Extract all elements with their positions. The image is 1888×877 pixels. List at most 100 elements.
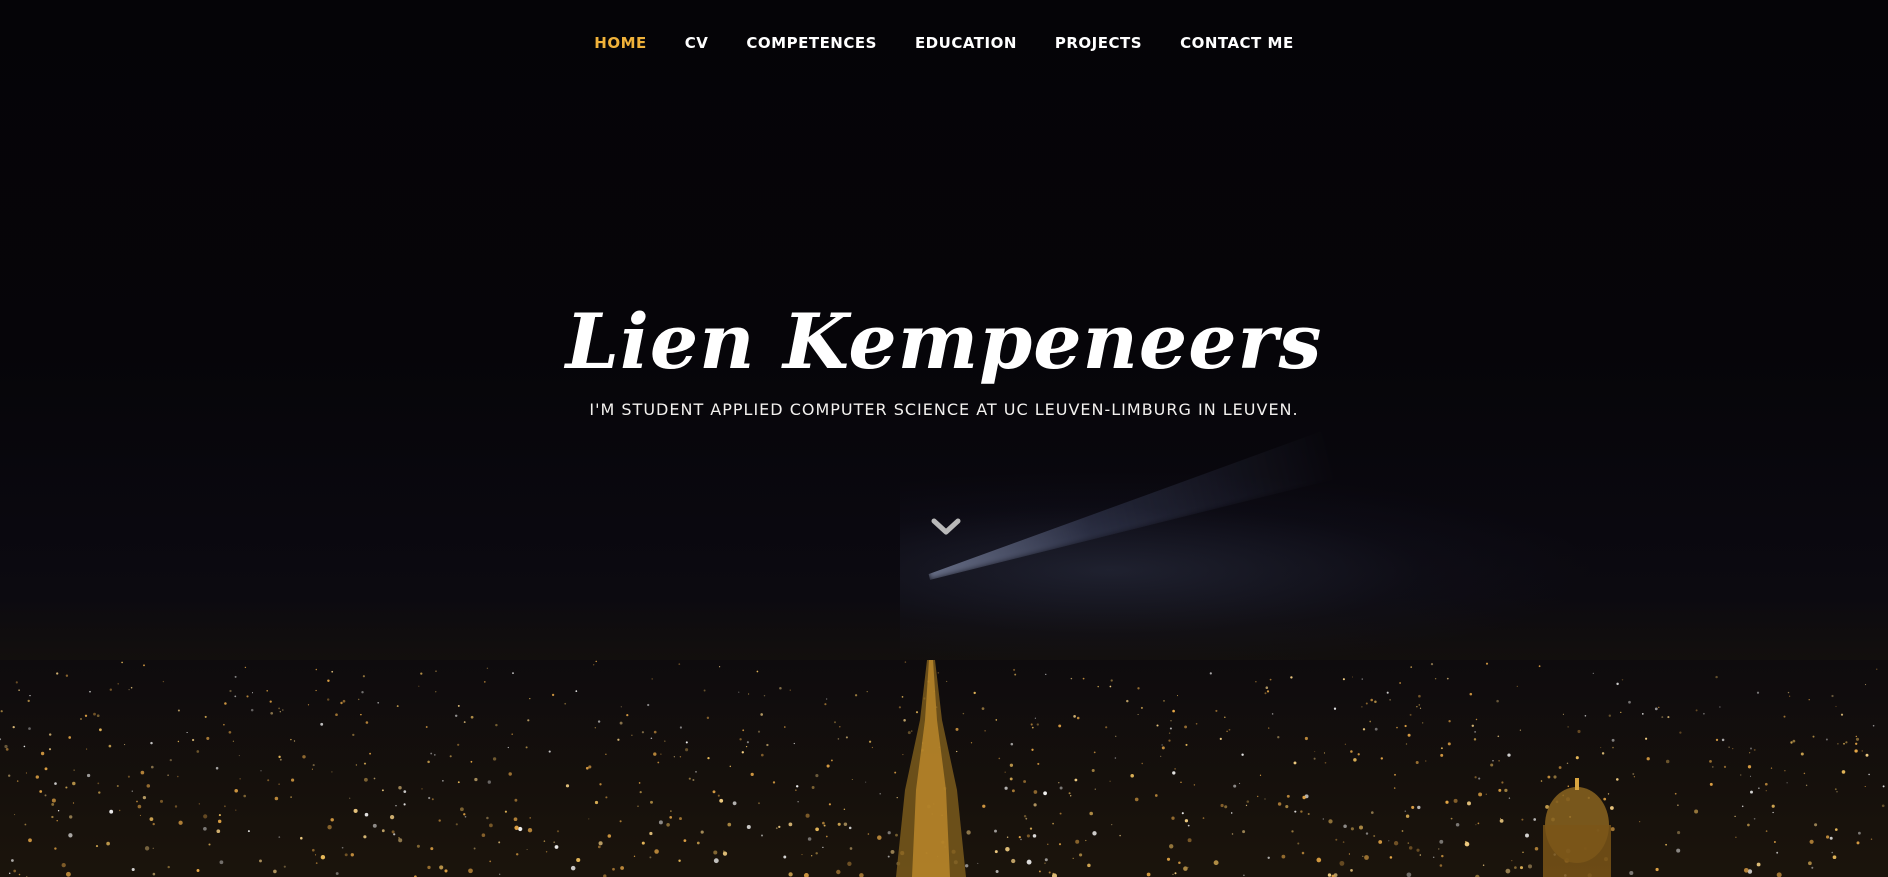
city-light	[1843, 742, 1845, 745]
city-light	[1422, 722, 1424, 724]
city-light	[1439, 839, 1444, 844]
city-light	[137, 804, 142, 809]
city-light	[1856, 841, 1860, 845]
page: HOME CV COMPETENCES EDUCATION PROJECTS C…	[0, 0, 1888, 877]
city-light	[1020, 838, 1022, 841]
nav-item-cv[interactable]: CV	[666, 30, 728, 56]
city-light	[1611, 738, 1615, 742]
city-light	[139, 814, 141, 816]
city-light	[1109, 780, 1111, 782]
city-light	[1160, 755, 1162, 758]
city-light	[1058, 782, 1060, 784]
city-light	[1703, 712, 1705, 715]
city-light	[890, 849, 895, 854]
city-light	[685, 748, 689, 752]
city-light	[1440, 747, 1443, 750]
city-light	[315, 689, 317, 692]
city-light	[512, 672, 514, 674]
city-light	[363, 835, 367, 839]
city-light	[775, 827, 778, 830]
city-light	[1058, 843, 1062, 846]
city-light	[1140, 706, 1143, 709]
city-light	[1419, 854, 1422, 856]
city-light	[1126, 699, 1129, 703]
city-light	[620, 706, 622, 708]
nav-item-projects[interactable]: PROJECTS	[1036, 30, 1161, 56]
city-light	[1418, 694, 1421, 698]
city-light	[1478, 777, 1481, 780]
city-light	[658, 820, 663, 825]
city-light	[1264, 692, 1267, 695]
city-light	[1023, 814, 1027, 818]
nav-item-education[interactable]: EDUCATION	[896, 30, 1036, 56]
city-light	[1070, 795, 1072, 797]
city-light	[772, 781, 776, 784]
city-light	[1004, 771, 1006, 773]
city-light	[95, 845, 99, 848]
city-light	[61, 862, 66, 868]
city-light	[553, 841, 556, 844]
city-light	[463, 721, 466, 724]
city-light	[1361, 706, 1363, 708]
city-light	[1409, 713, 1412, 716]
city-light	[1861, 750, 1863, 752]
city-light	[481, 833, 486, 837]
city-light	[1357, 753, 1360, 756]
city-light	[1059, 812, 1062, 815]
city-light	[1172, 771, 1176, 775]
city-light	[15, 681, 18, 684]
city-light	[1834, 788, 1837, 791]
city-light	[1072, 857, 1074, 860]
city-light	[1837, 743, 1839, 745]
city-light	[1033, 790, 1038, 794]
city-light	[815, 827, 819, 832]
nav-item-home[interactable]: HOME	[575, 30, 665, 56]
city-light	[713, 850, 718, 855]
city-light	[96, 714, 100, 718]
city-light	[1783, 715, 1786, 718]
city-light	[719, 798, 724, 803]
city-light	[1808, 699, 1810, 701]
city-light	[1511, 859, 1513, 862]
city-light	[1756, 691, 1760, 694]
city-light	[473, 847, 476, 850]
city-light	[117, 683, 119, 685]
city-light	[666, 823, 670, 827]
chevron-down-icon[interactable]	[929, 514, 963, 540]
city-light	[837, 738, 840, 740]
city-light	[1333, 707, 1337, 710]
city-light	[1293, 761, 1297, 765]
city-light	[167, 774, 169, 776]
city-light	[1471, 724, 1475, 728]
city-light	[904, 661, 907, 663]
city-light	[13, 869, 17, 873]
city-light	[54, 847, 57, 850]
city-light	[143, 664, 145, 667]
city-light	[1033, 803, 1037, 807]
city-light	[1475, 824, 1477, 826]
city-light	[854, 694, 858, 697]
city-light	[116, 784, 119, 788]
city-light	[152, 847, 154, 849]
nav-item-competences[interactable]: COMPETENCES	[727, 30, 896, 56]
city-light	[837, 822, 841, 826]
city-light	[706, 716, 710, 720]
city-light	[489, 823, 493, 828]
city-light	[1792, 739, 1796, 743]
city-light	[492, 757, 497, 761]
nav-item-contact-me[interactable]: CONTACT ME	[1161, 30, 1313, 56]
city-light	[357, 698, 360, 701]
city-light	[86, 773, 91, 778]
city-light	[1178, 861, 1181, 865]
city-light	[1464, 841, 1470, 847]
city-light	[750, 772, 754, 777]
city-light	[1765, 830, 1768, 832]
city-light	[18, 873, 21, 876]
city-light	[845, 736, 848, 739]
city-light	[1665, 843, 1667, 846]
city-light	[335, 872, 339, 875]
city-light	[1519, 866, 1524, 870]
city-light	[778, 825, 781, 829]
city-light	[65, 786, 68, 789]
city-light	[843, 822, 848, 827]
